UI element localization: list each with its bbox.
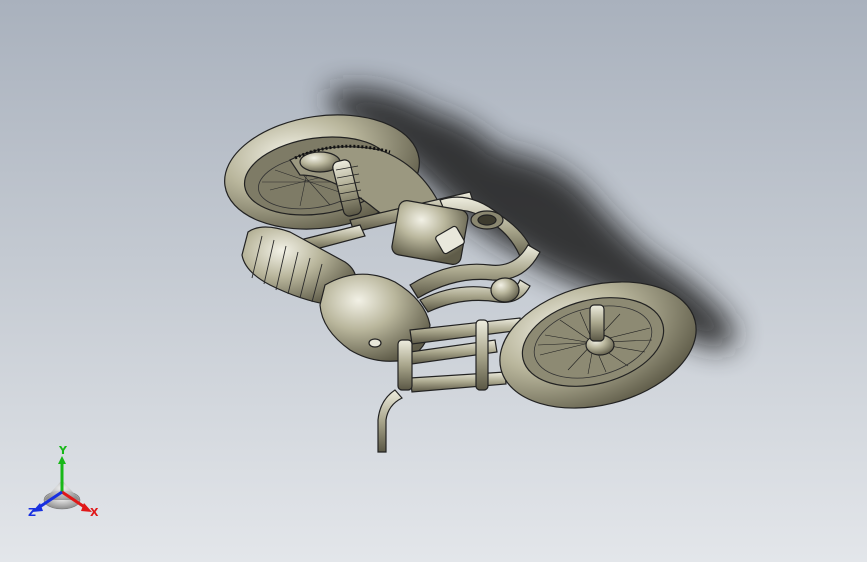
z-axis-label: Z	[28, 506, 36, 519]
x-axis-label: X	[90, 506, 99, 519]
graphics-viewport[interactable]: Y X Z	[0, 0, 867, 562]
y-axis-label: Y	[58, 444, 68, 457]
y-axis-arrow-icon	[58, 456, 66, 464]
view-orientation-triad[interactable]: Y X Z	[28, 444, 99, 519]
